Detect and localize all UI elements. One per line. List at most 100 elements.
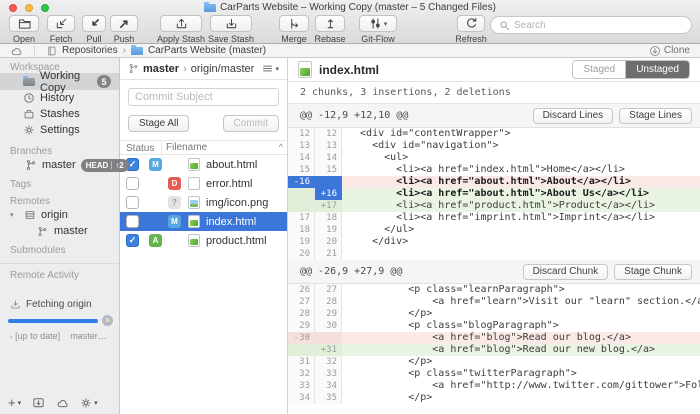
diff-line[interactable]: 27 28 <a href="learn">Visit our "learn" … [288,296,700,308]
unstaged-status-badge: ? [168,196,181,209]
chunk-header: @@ -26,9 +27,9 @@ Discard Chunk Stage Ch… [288,260,700,284]
diff-line[interactable]: 12 12 <div id="contentWrapper"> [288,128,700,140]
staged-segment[interactable]: Staged [573,61,626,78]
diff-line[interactable]: 29 30 <p class="blogParagraph"> [288,320,700,332]
file-row[interactable]: M index.html [120,212,287,231]
fetch-button[interactable]: Fetch [44,15,78,44]
stage-all-button[interactable]: Stage All [128,115,189,132]
sidebar-item-history[interactable]: History [0,90,119,106]
remotes-header: Remotes [0,196,119,207]
stage-checkbox[interactable] [126,215,139,228]
file-row[interactable]: M about.html [120,155,287,174]
diff-line[interactable]: 17 18 <li><a href="imprint.html">Imprint… [288,212,700,224]
old-line-number: -16 [288,176,315,188]
diff-line[interactable]: 31 32 </p> [288,356,700,368]
search-field[interactable] [490,16,692,34]
stage-button[interactable]: Stage Lines [619,108,692,124]
new-line-number: 28 [315,296,342,308]
open-button[interactable]: Open [4,15,44,44]
unstaged-segment[interactable]: Unstaged [626,61,689,78]
remote-activity-header: Remote Activity [0,270,119,281]
file-row[interactable]: ? img/icon.png [120,193,287,212]
diff-line[interactable]: 20 21 [288,248,700,260]
sidebar-footer [8,395,98,410]
breadcrumb-repositories[interactable]: Repositories [62,45,118,56]
diff-line[interactable]: 19 20 </div> [288,236,700,248]
repo-bar: Repositories › CarParts Website (master)… [0,44,700,58]
push-button[interactable]: Push [108,15,140,44]
fetch-status-line: [up to date] master… [0,331,119,341]
file-name: about.html [206,159,257,171]
cloud-services-button[interactable] [56,397,69,408]
fetch-progress [8,315,113,326]
diff-line[interactable]: +17 <li><a href="product.html">Product</… [288,200,700,212]
current-branch[interactable]: master [143,63,179,75]
diff-line[interactable]: 33 34 <a href="http://www.twitter.com/gi… [288,380,700,392]
chunk-lines: 26 27 <p class="learnParagraph"> 27 28 [288,284,700,404]
sidebar-item-settings[interactable]: Settings [0,122,119,138]
diff-line[interactable]: 32 33 <p class="twitterParagraph"> [288,368,700,380]
diff-line[interactable]: -30 <a href="blog">Read our blog.</a> [288,332,700,344]
fetch-branch: master… [70,331,107,341]
diff-line[interactable]: 28 29 </p> [288,308,700,320]
diff-line[interactable]: 34 35 </p> [288,392,700,404]
new-line-number: 27 [315,284,342,296]
breadcrumb-separator: › [123,45,126,56]
discard-button[interactable]: Discard Chunk [523,264,609,280]
add-repository-button[interactable] [8,395,21,410]
diff-line-content: <p class="learnParagraph"> [342,284,700,296]
diff-line[interactable]: +31 <a href="blog">Read our new blog.</a… [288,344,700,356]
file-name: img/icon.png [206,197,268,209]
diff-line[interactable]: 18 19 </ul> [288,224,700,236]
clone-button[interactable]: Clone [649,45,690,57]
diff-line-content: <li><a href="about.html">About</a></li> [342,176,700,188]
stage-button[interactable]: Stage Chunk [614,264,692,280]
old-line-number: 20 [288,248,315,260]
status-column-header[interactable]: Status [120,141,162,154]
stage-checkbox[interactable] [126,177,139,190]
rebase-button[interactable]: Rebase [312,15,348,44]
cancel-fetch-button[interactable] [102,315,113,326]
file-row[interactable]: A product.html [120,231,287,250]
git-flow-button[interactable]: Git-Flow [354,15,402,44]
sidebar-item-working-copy[interactable]: Working Copy 5 [0,73,119,90]
refresh-button[interactable]: Refresh [450,15,492,44]
diff-line-content: <p class="blogParagraph"> [342,320,700,332]
diff-line[interactable]: 15 15 <li><a href="index.html">Home</a><… [288,164,700,176]
merge-button[interactable]: Merge [276,15,312,44]
stage-checkbox[interactable] [126,234,139,247]
file-row[interactable]: D error.html [120,174,287,193]
sidebar-item-stashes[interactable]: Stashes [0,106,119,122]
new-line-number: 12 [315,128,342,140]
cloud-icon [10,45,23,56]
diff-line[interactable]: 13 13 <div id="navigation"> [288,140,700,152]
stage-checkbox[interactable] [126,196,139,209]
list-menu-button[interactable] [262,63,279,74]
old-line-number: 17 [288,212,315,224]
old-line-number: 34 [288,392,315,404]
filename-column-header[interactable]: Filename [166,142,207,153]
discard-button[interactable]: Discard Lines [533,108,614,124]
diff-line-content: </p> [342,392,700,404]
sidebar-item-origin-master[interactable]: master [0,223,119,239]
sidebar-item-branch-master[interactable]: master HEAD ↑2 [0,157,119,173]
tray-icon-button[interactable] [32,396,45,409]
upstream-branch[interactable]: origin/master [191,63,255,75]
diff-line[interactable]: 26 27 <p class="learnParagraph"> [288,284,700,296]
diff-line[interactable]: +16 <li><a href="about.html">About Us</a… [288,188,700,200]
disclosure-triangle-icon[interactable]: ▾ [10,211,18,219]
breadcrumb-current-repo[interactable]: CarParts Website (master) [148,45,266,56]
diff-summary: 2 chunks, 3 insertions, 2 deletions [288,82,700,104]
diff-line[interactable]: -16 <li><a href="about.html">About</a></… [288,176,700,188]
save-stash-button[interactable]: Save Stash [206,15,256,44]
settings-gear-button[interactable] [80,397,98,409]
commit-button[interactable]: Commit [223,115,279,132]
sort-ascending-icon[interactable] [279,142,283,153]
commit-subject-input[interactable] [128,88,279,106]
pull-button[interactable]: Pull [80,15,108,44]
apply-stash-button[interactable]: Apply Stash [156,15,206,44]
diff-line[interactable]: 14 14 <ul> [288,152,700,164]
search-input[interactable] [514,20,683,31]
sidebar-item-origin[interactable]: ▾ origin [0,207,119,223]
diff-chunk: @@ -26,9 +27,9 @@ Discard Chunk Stage Ch… [288,260,700,404]
